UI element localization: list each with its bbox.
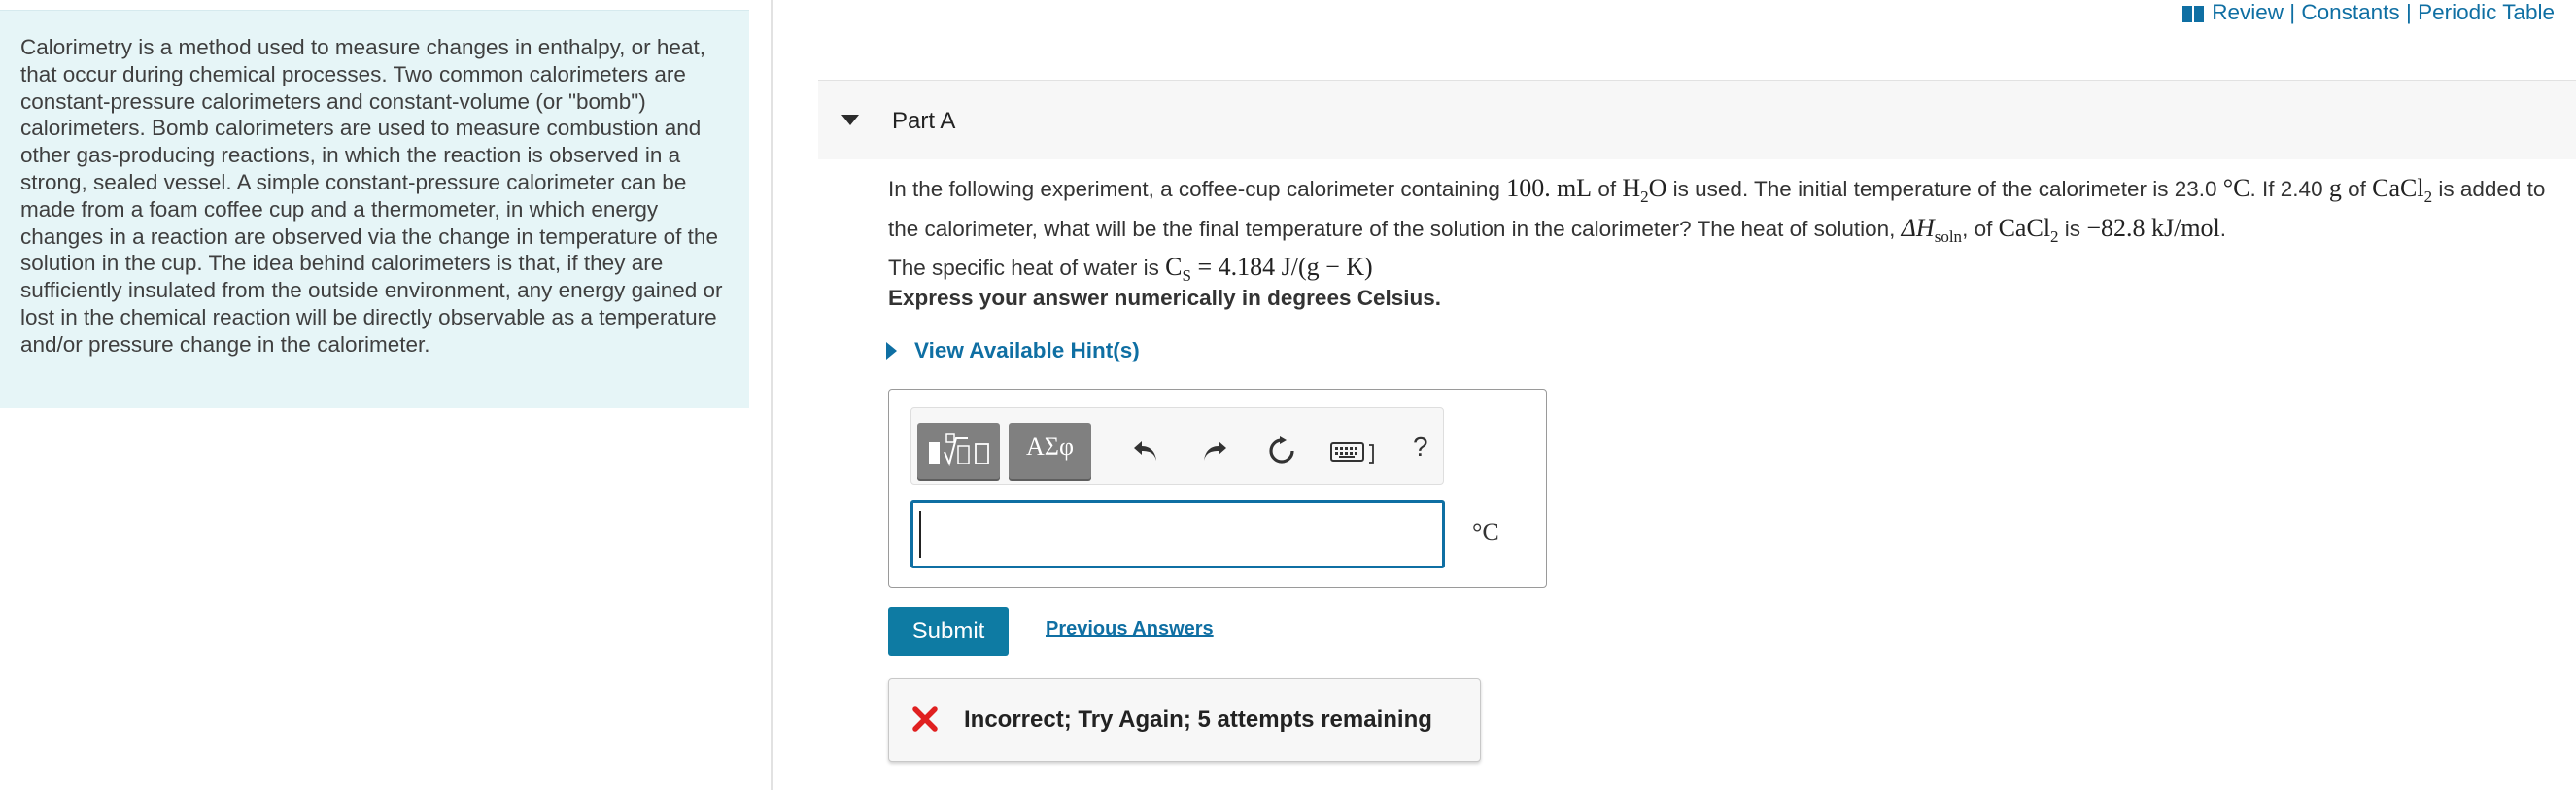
formula-subscript: soln [1934,226,1963,246]
reset-icon[interactable] [1266,435,1297,466]
periodic-table-link[interactable]: Periodic Table [2418,0,2555,24]
feedback-box: Incorrect; Try Again; 5 attempts remaini… [888,678,1481,762]
hint-label: View Available Hint(s) [914,338,1140,362]
redo-icon[interactable] [1199,435,1230,466]
question-segment: . [2219,216,2227,241]
constants-link[interactable]: Constants [2301,0,2399,24]
formula-part: H [1622,174,1641,202]
question-segment: is used. The initial temperature of the … [1666,177,2223,201]
math-templates-button[interactable] [917,423,1000,479]
question-segment: of [1592,177,1623,201]
water-formula: H2O [1622,174,1667,206]
temperature-unit: °C [2222,174,2250,202]
enthalpy-value: −82.8 kJ/mol [2086,213,2220,242]
question-segment: . If 2.40 [2250,177,2329,201]
question-segment: of [2341,177,2373,201]
specific-heat-symbol: CS [1165,253,1191,285]
question-segment: The specific heat of water is [888,256,1166,281]
salt-formula: CaCl2 [1998,213,2059,246]
expand-triangle-icon [886,342,897,360]
enthalpy-symbol: ΔHsoln [1901,213,1962,246]
help-button[interactable]: ? [1413,431,1428,463]
question-segment: , of [1962,216,1999,241]
formula-part: ΔH [1901,213,1935,242]
top-links: Review | Constants | Periodic Table [2182,0,2555,28]
formula-part: CaCl [2372,174,2424,202]
part-title: Part A [892,108,956,134]
incorrect-x-icon [912,706,938,732]
specific-heat-value: = 4.184 J/(g − K) [1190,253,1373,282]
formula-subscript: 2 [2050,226,2059,246]
book-icon [2182,3,2205,28]
volume-value: 100. [1506,174,1551,202]
view-hints-toggle[interactable]: View Available Hint(s) [886,338,1140,363]
text-cursor [919,511,921,558]
part-header[interactable]: Part A [818,80,2576,159]
intro-text: Calorimetry is a method used to measure … [20,35,723,357]
formula-part: C [1165,253,1183,282]
question-segment: In the following experiment, a coffee-cu… [888,177,1507,201]
formula-subscript: 2 [1640,188,1649,207]
salt-formula: CaCl2 [2372,174,2432,206]
volume-unit: mL [1556,174,1593,202]
keyboard-icon[interactable] [1329,435,1378,466]
collapse-caret-icon[interactable] [841,115,859,125]
column-divider [771,0,773,790]
submit-button[interactable]: Submit [888,607,1009,656]
greek-symbols-button[interactable]: ΑΣφ [1009,423,1091,479]
question-text: In the following experiment, a coffee-cu… [888,173,2559,292]
formula-part: O [1648,174,1667,202]
answer-instructions: Express your answer numerically in degre… [888,286,1442,310]
formula-part: CaCl [1998,213,2051,242]
link-separator: | [2405,0,2412,24]
undo-icon[interactable] [1130,435,1161,466]
formula-subscript: 2 [2423,188,2433,207]
link-separator: | [2289,0,2296,24]
review-link[interactable]: Review [2212,0,2284,24]
intro-panel: Calorimetry is a method used to measure … [0,10,749,408]
answer-input[interactable] [913,503,1442,566]
question-segment: is [2058,216,2087,241]
answer-input-wrapper[interactable] [910,500,1445,568]
answer-unit: °C [1472,518,1499,546]
answer-box: ΑΣφ ? °C [888,389,1547,588]
formula-subscript: S [1182,266,1191,286]
feedback-message: Incorrect; Try Again; 5 attempts remaini… [964,706,1432,733]
math-toolbar: ΑΣφ ? [910,407,1444,485]
math-templates-icon [929,433,989,467]
previous-answers-link[interactable]: Previous Answers [1046,618,1214,640]
mass-unit: g [2328,174,2342,202]
